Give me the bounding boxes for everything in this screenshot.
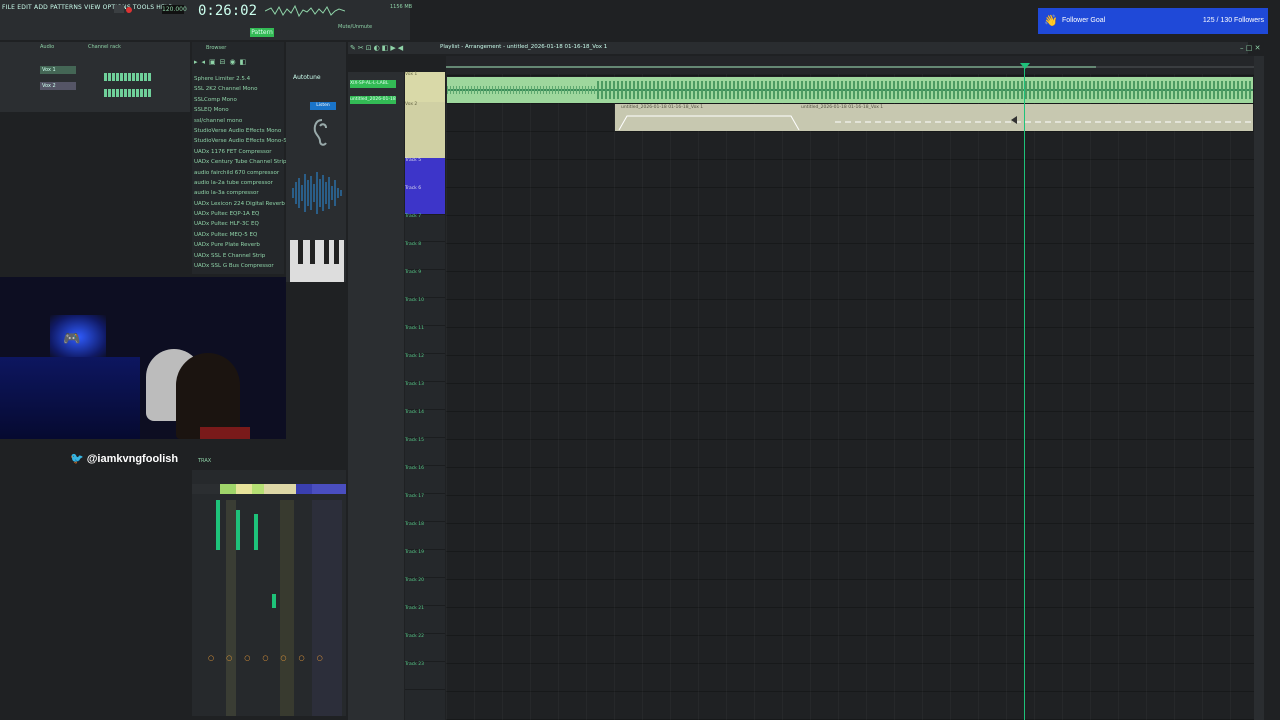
playlist-scrollbar[interactable] [1254, 56, 1264, 720]
audio-clip-beat[interactable] [447, 77, 1253, 103]
pattern-picker [348, 72, 404, 720]
track-header[interactable]: Track 7 [405, 214, 445, 242]
channel-name[interactable]: Vox 2 [40, 82, 76, 90]
track-header[interactable]: Track 21 [405, 606, 445, 634]
room-floor [0, 357, 140, 439]
twitter-handle: 🐦 @iamkvngfoolish [70, 452, 178, 465]
channel-row[interactable]: Vox 2 [4, 82, 184, 97]
memory-meter: 1156 MB [390, 4, 413, 10]
handle-text: @iamkvngfoolish [86, 453, 179, 465]
hand-wave-icon: 👋 [1044, 15, 1058, 27]
track-header[interactable]: Track 12 [405, 354, 445, 382]
track-header[interactable]: Track 16 [405, 466, 445, 494]
playlist-tools-icons[interactable]: ✎✂⊡◐◧▶◀ [350, 44, 405, 52]
browser-toolbar-icons[interactable]: ▸◂▣⊟◉◧ [194, 58, 250, 66]
clip-waveform [447, 77, 1253, 103]
mixer-search[interactable]: TRAX [198, 458, 211, 464]
track-header[interactable]: Track 10 [405, 298, 445, 326]
track-header[interactable]: Track 17 [405, 494, 445, 522]
automation-curve [618, 115, 1253, 130]
main-menu[interactable]: FILE EDIT ADD PATTERNS VIEW OPTIONS TOOL… [2, 4, 172, 11]
pan-knobs[interactable]: ○○○○○○○ [208, 654, 335, 662]
track-header[interactable]: Vox 1 [405, 72, 445, 103]
pattern-chip[interactable]: XIX-SP-AL-L-LABL [350, 80, 396, 88]
oscilloscope [265, 4, 345, 18]
window-controls-icon[interactable]: – □ ✕ [1240, 44, 1260, 52]
plugin-browser: Browser ▸◂▣⊟◉◧ Sphere Limiter 2.5.4 SSL 2… [192, 42, 301, 274]
channel-rack: Audio Channel rack Vox 1 Vox 2 [0, 42, 190, 112]
listen-button[interactable]: Listen [310, 102, 336, 110]
channel-rack-filter[interactable]: Audio [40, 44, 54, 50]
track-header[interactable]: Track 6 [405, 186, 445, 215]
pattern-chip[interactable]: untitled_2026-01-18 [350, 96, 396, 104]
track-header[interactable]: Track 8 [405, 242, 445, 270]
webcam-feed: 🎮 [0, 277, 286, 439]
plugin-label[interactable]: Autotune [293, 74, 321, 81]
transport-controls [114, 5, 134, 15]
twitter-icon: 🐦 [70, 453, 84, 465]
mixer-channel-headers [192, 484, 346, 494]
track-header[interactable]: Track 14 [405, 410, 445, 438]
audio-clip-vox[interactable]: untitled_2026-01-18 01-16-18_Vox 1 untit… [615, 104, 1253, 131]
track-header[interactable]: Track 19 [405, 550, 445, 578]
playlist-title: Playlist - Arrangement - untitled_2026-0… [440, 44, 608, 50]
step-sequencer[interactable] [104, 82, 152, 101]
track-header[interactable]: Track 18 [405, 522, 445, 550]
channel-meter [272, 594, 276, 608]
channel-strip-vox[interactable] [280, 500, 294, 716]
track-headers: Vox 1 Vox 2 Track 5 Track 6 Track 7 Trac… [405, 72, 445, 720]
channel-rack-title: Channel rack [88, 44, 121, 50]
piano-keys-icon [290, 240, 344, 282]
shirt [200, 427, 250, 439]
playhead-marker-icon[interactable] [1020, 63, 1030, 69]
channel-strip-inserts[interactable] [312, 500, 342, 716]
track-header[interactable]: Track 13 [405, 382, 445, 410]
track-header[interactable]: Track 20 [405, 578, 445, 606]
tempo-display[interactable]: 120.000 [162, 5, 187, 14]
follower-count: 125 / 130 Followers [1202, 17, 1264, 24]
mixer: ○○○○○○○ [192, 470, 346, 716]
follower-goal-label: Follower Goal [1062, 17, 1106, 24]
track-header[interactable]: Track 15 [405, 438, 445, 466]
track-header[interactable]: Vox 2 [405, 102, 445, 159]
playhead[interactable] [1024, 66, 1025, 720]
time-display: 0:26:02 [198, 3, 258, 19]
channel-row[interactable]: Vox 1 [4, 66, 184, 81]
timeline-ruler[interactable] [446, 56, 1254, 74]
channel-meter [216, 500, 220, 550]
record-button[interactable] [126, 7, 132, 13]
hint-panel: Mute/Unmute [338, 24, 373, 30]
track-header[interactable]: Track 23 [405, 662, 445, 690]
channel-strip-beat[interactable] [226, 500, 236, 716]
follower-goal-widget: 👋 Follower Goal 125 / 130 Followers [1038, 8, 1268, 34]
browser-title: Browser [206, 45, 227, 51]
channel-name[interactable]: Vox 1 [40, 66, 76, 74]
clip-edit-cursor-icon [1011, 116, 1017, 124]
pattern-selector[interactable]: Pattern [250, 28, 274, 37]
playlist-grid[interactable] [446, 74, 1254, 720]
track-header[interactable]: Track 22 [405, 634, 445, 662]
channel-meter [254, 514, 258, 550]
play-button[interactable] [114, 5, 124, 13]
track-header[interactable]: Track 11 [405, 326, 445, 354]
waveform-thumbnail-icon [292, 172, 342, 214]
gamepad-icon: 🎮 [63, 331, 81, 347]
master-level-meter [196, 548, 204, 644]
ear-icon [313, 119, 327, 146]
track-header[interactable]: Track 9 [405, 270, 445, 298]
track-header[interactable]: Track 5 [405, 158, 445, 187]
channel-meter [236, 510, 240, 550]
